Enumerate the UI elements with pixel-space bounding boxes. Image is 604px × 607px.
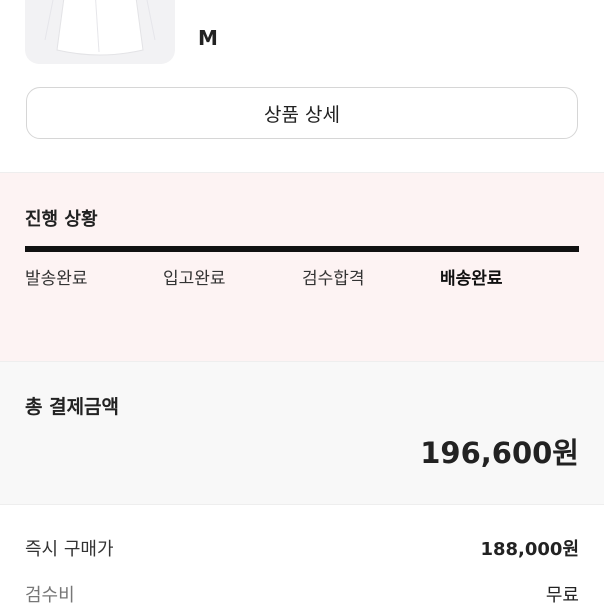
payment-total-section: 총 결제금액 196,600원 <box>0 361 604 505</box>
product-size: M <box>198 26 218 50</box>
step-shipped: 발송완료 <box>25 269 88 289</box>
total-payment-label: 총 결제금액 <box>25 396 120 418</box>
step-received: 입고완료 <box>163 269 226 289</box>
instant-buy-price-label: 즉시 구매가 <box>25 539 114 560</box>
progress-bar <box>25 246 579 252</box>
step-inspection-passed: 검수합격 <box>302 269 365 289</box>
product-detail-button[interactable]: 상품 상세 <box>26 87 578 139</box>
step-delivered: 배송완료 <box>440 269 503 289</box>
progress-section: 진행 상황 발송완료 입고완료 검수합격 배송완료 <box>0 172 604 361</box>
inspection-fee-value: 무료 <box>545 585 579 606</box>
total-payment-amount: 196,600원 <box>420 436 579 470</box>
product-thumbnail[interactable] <box>25 0 175 64</box>
shirt-image <box>44 0 156 56</box>
inspection-fee-label: 검수비 <box>25 585 75 606</box>
progress-title: 진행 상황 <box>25 209 98 230</box>
instant-buy-price-value: 188,000원 <box>480 539 579 560</box>
progress-bar-fill <box>25 246 579 252</box>
